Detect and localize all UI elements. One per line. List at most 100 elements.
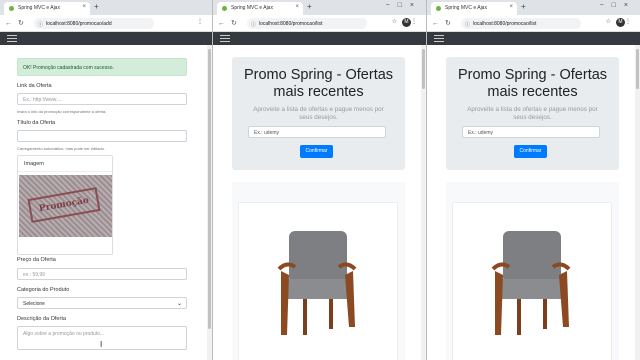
nav-buttons: ←↻: [432, 19, 457, 27]
tab-title: Spring MVC e Ajax: [231, 5, 273, 11]
search-input[interactable]: Ex.: udemy: [248, 126, 386, 138]
new-tab-icon[interactable]: +: [307, 2, 312, 11]
close-tab-icon[interactable]: ×: [82, 4, 86, 10]
hamburger-icon[interactable]: [434, 35, 444, 42]
avatar[interactable]: M: [402, 18, 411, 27]
price-label: Preço da Oferta: [17, 257, 56, 263]
reload-icon[interactable]: ↻: [445, 20, 457, 27]
browser-toolbar: ←↻ ⓘ localhost:8080/promocao/list ☆ M ⋮: [427, 15, 640, 32]
app-navbar: [213, 32, 426, 45]
reload-icon[interactable]: ↻: [231, 20, 243, 27]
link-input[interactable]: Ex.: http://www....: [17, 93, 187, 105]
link-help-text: Insira o link da promoção correspondente…: [17, 109, 107, 114]
spring-favicon-icon: [222, 6, 227, 11]
tab-strip: Spring MVC e Ajax × +: [0, 0, 212, 15]
close-window-icon[interactable]: ×: [410, 2, 422, 9]
offers-list: [232, 182, 405, 360]
back-arrow-icon[interactable]: ←: [432, 20, 445, 27]
info-icon: ⓘ: [38, 22, 44, 28]
scrollbar-thumb[interactable]: [636, 49, 639, 89]
offer-card[interactable]: [238, 202, 398, 360]
window-controls: −□×: [386, 2, 422, 9]
browser-window-list-2: Spring MVC e Ajax × + −□× ←↻ ⓘ localhost:…: [427, 0, 640, 360]
browser-toolbar: ←↻ ⓘ localhost:8080/promocao/add ⋮: [0, 15, 212, 32]
reload-icon[interactable]: ↻: [18, 20, 30, 27]
page-title: Promo Spring - Ofertas mais recentes: [243, 67, 394, 100]
new-tab-icon[interactable]: +: [94, 2, 99, 11]
toolbar-right: ☆ M ⋮: [392, 18, 422, 27]
url-text: localhost:8080/promocao/list: [259, 21, 323, 27]
search-input[interactable]: Ex.: udemy: [462, 126, 600, 138]
hamburger-icon[interactable]: [220, 35, 230, 42]
spring-favicon-icon: [436, 6, 441, 11]
app-navbar: [0, 32, 212, 45]
address-bar[interactable]: ⓘ localhost:8080/promocao/list: [247, 18, 367, 29]
window-controls: −□×: [600, 2, 636, 9]
lead-text: Aproveite a lista de ofertas e pague men…: [467, 106, 598, 121]
more-menu-icon[interactable]: ⋮: [411, 19, 422, 25]
confirm-button[interactable]: Confirmar: [300, 145, 333, 158]
tab-title: Spring MVC e Ajax: [18, 5, 60, 11]
new-tab-icon[interactable]: +: [521, 2, 526, 11]
confirm-button[interactable]: Confirmar: [514, 145, 547, 158]
category-value: Selecione: [23, 301, 45, 307]
back-arrow-icon[interactable]: ←: [5, 20, 18, 27]
lead-text: Aproveite a lista de ofertas e pague men…: [253, 106, 384, 121]
hero-jumbotron: Promo Spring - Ofertas mais recentes Apr…: [232, 57, 405, 170]
scrollbar-thumb[interactable]: [208, 49, 211, 329]
scrollbar-thumb[interactable]: [422, 49, 425, 89]
info-icon: ⓘ: [251, 22, 257, 28]
address-bar[interactable]: ⓘ localhost:8080/promocao/add: [34, 18, 154, 29]
nav-buttons: ←↻: [5, 19, 30, 27]
browser-tab[interactable]: Spring MVC e Ajax ×: [217, 2, 303, 15]
image-card-header: Imagem: [18, 156, 112, 172]
success-alert: OK! Promoção cadastrada com sucesso.: [17, 58, 187, 76]
offers-list: [446, 182, 619, 360]
page-title: Promo Spring - Ofertas mais recentes: [457, 67, 608, 100]
toolbar-right: ⋮: [197, 18, 208, 25]
chair-image: [277, 231, 357, 335]
more-menu-icon[interactable]: ⋮: [197, 19, 208, 25]
close-tab-icon[interactable]: ×: [295, 4, 299, 10]
scrollbar[interactable]: [635, 45, 640, 360]
browser-window-list-1: Spring MVC e Ajax × + −□× ←↻ ⓘ localhost:…: [213, 0, 427, 360]
more-menu-icon[interactable]: ⋮: [625, 19, 636, 25]
back-arrow-icon[interactable]: ←: [218, 20, 231, 27]
browser-tab[interactable]: Spring MVC e Ajax ×: [431, 2, 517, 15]
scrollbar[interactable]: [207, 45, 212, 360]
close-tab-icon[interactable]: ×: [509, 4, 513, 10]
app-navbar: [427, 32, 640, 45]
extensions-icon[interactable]: ☆: [392, 19, 402, 25]
minimize-icon[interactable]: −: [600, 2, 612, 9]
nav-buttons: ←↻: [218, 19, 243, 27]
hamburger-icon[interactable]: [7, 35, 17, 42]
url-text: localhost:8080/promocao/add: [46, 21, 112, 27]
image-card: Imagem Promoção: [17, 155, 113, 255]
chair-image: [491, 231, 571, 335]
title-input[interactable]: [17, 130, 187, 142]
price-input[interactable]: ex.: 59,99: [17, 268, 187, 280]
minimize-icon[interactable]: −: [386, 2, 398, 9]
chevron-down-icon: ⌄: [176, 301, 182, 307]
extensions-icon[interactable]: ☆: [606, 19, 616, 25]
maximize-icon[interactable]: □: [398, 2, 410, 9]
title-help-text: Carregamento automático, mas pode ser ed…: [17, 146, 106, 151]
avatar[interactable]: M: [616, 18, 625, 27]
close-window-icon[interactable]: ×: [624, 2, 636, 9]
spring-favicon-icon: [9, 6, 14, 11]
browser-tab[interactable]: Spring MVC e Ajax ×: [4, 2, 90, 15]
tab-strip: Spring MVC e Ajax × + −□×: [427, 0, 640, 15]
category-select[interactable]: Selecione ⌄: [17, 297, 187, 309]
description-label: Descrição da Oferta: [17, 316, 66, 322]
url-text: localhost:8080/promocao/list: [473, 21, 537, 27]
category-label: Categoria do Produto: [17, 287, 70, 293]
scrollbar[interactable]: [421, 45, 426, 360]
text-cursor-icon: I: [100, 340, 103, 349]
browser-window-add: Spring MVC e Ajax × + ←↻ ⓘ localhost:8080…: [0, 0, 213, 360]
offer-card[interactable]: [452, 202, 612, 360]
hero-jumbotron: Promo Spring - Ofertas mais recentes Apr…: [446, 57, 619, 170]
maximize-icon[interactable]: □: [612, 2, 624, 9]
title-label: Título da Oferta: [17, 120, 56, 126]
address-bar[interactable]: ⓘ localhost:8080/promocao/list: [461, 18, 581, 29]
promo-image: Promoção: [19, 175, 112, 237]
